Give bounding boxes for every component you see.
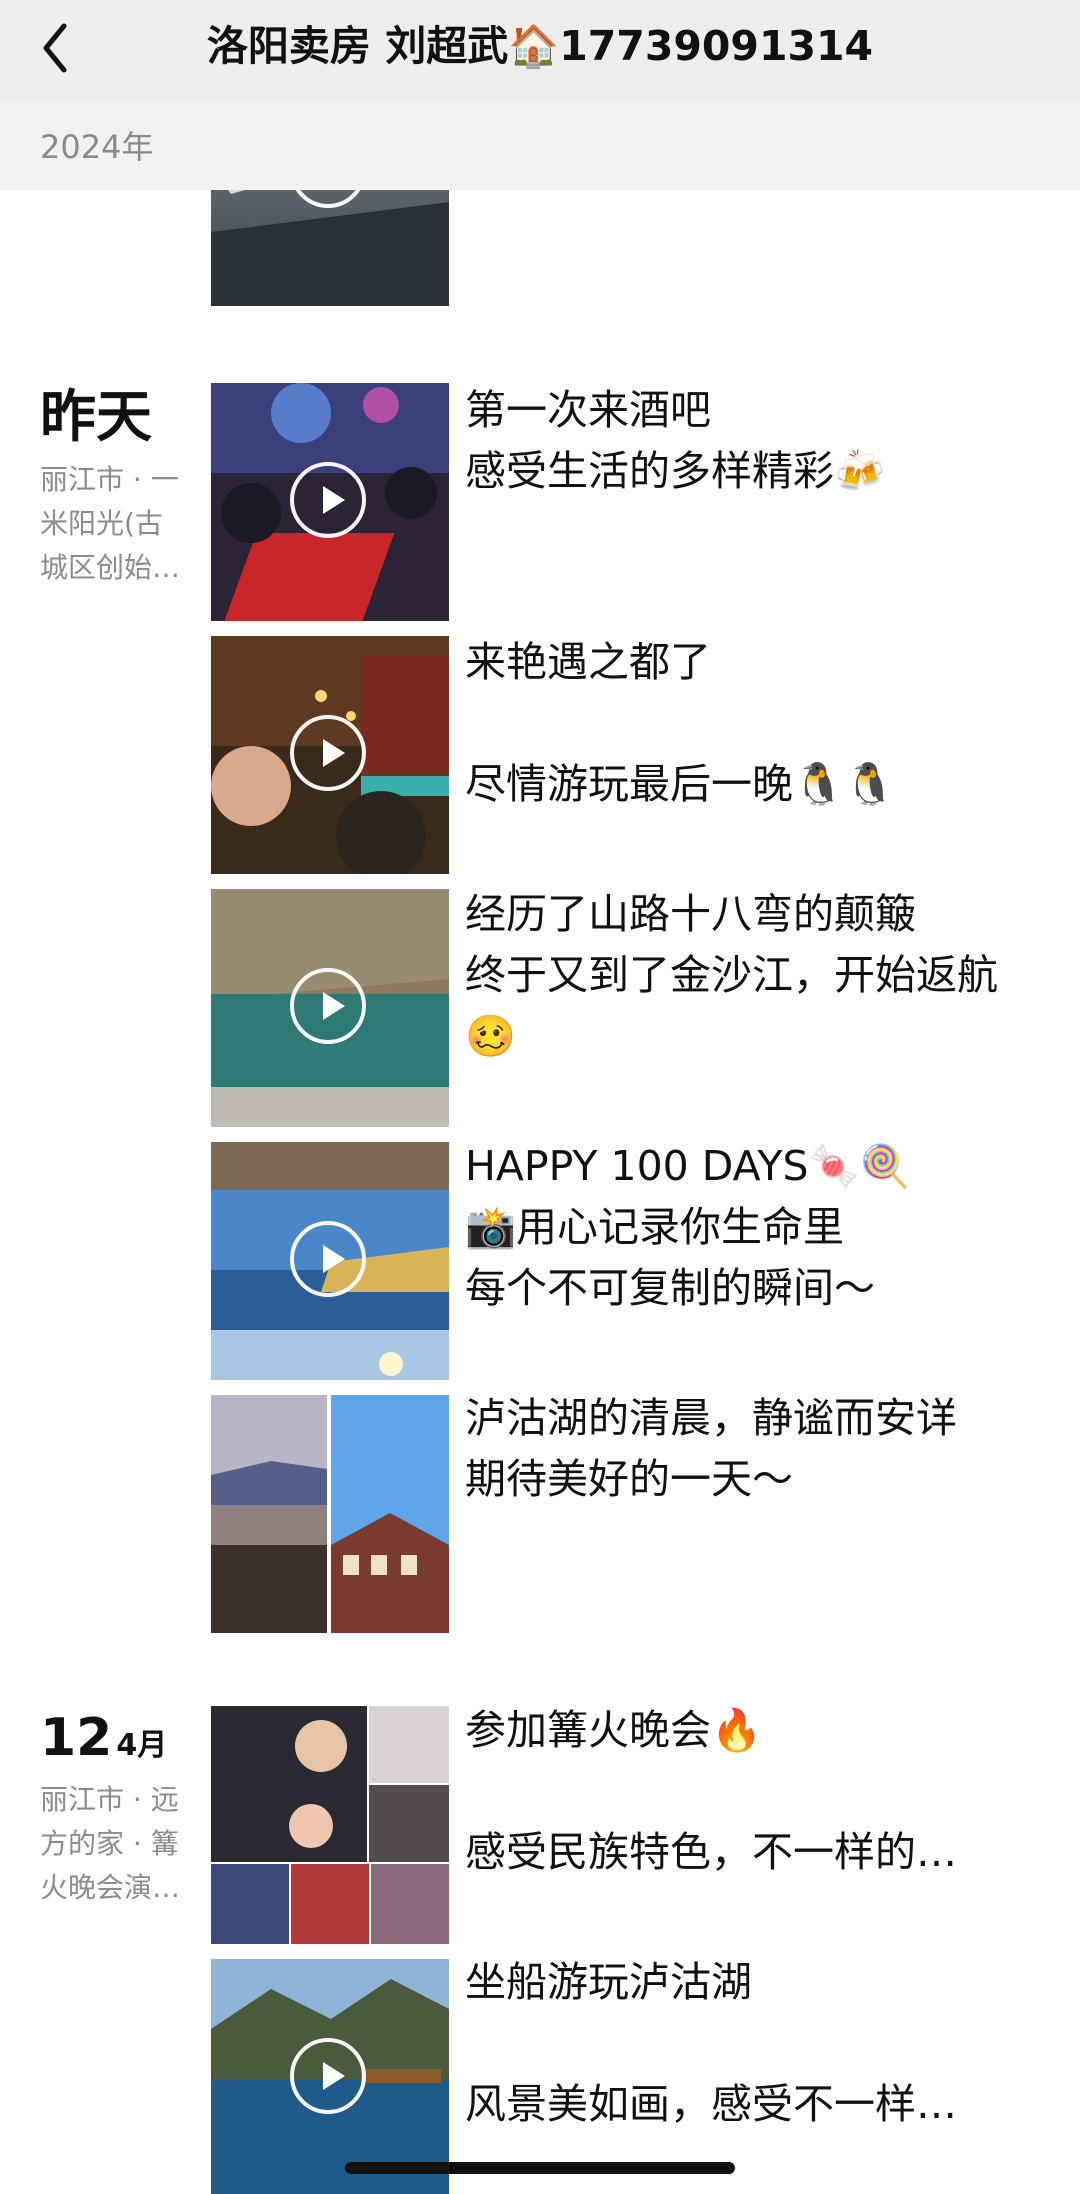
post-text[interactable]: 第一次来酒吧 感受生活的多样精彩🍻 xyxy=(465,380,1025,502)
play-icon xyxy=(290,1221,366,1297)
post-thumbnail-partial[interactable] xyxy=(211,190,449,306)
play-icon xyxy=(290,715,366,791)
location-text[interactable]: 丽江市 · 一米阳光(古城区创始… xyxy=(40,458,190,590)
post-thumbnail[interactable] xyxy=(211,383,449,621)
date-month: 4月 xyxy=(116,1728,168,1763)
day-label: 12 4月 xyxy=(40,1708,167,1776)
post-text[interactable]: 经历了山路十八弯的颠簸 终于又到了金沙江，开始返航🥴 xyxy=(465,884,1025,1067)
play-icon xyxy=(290,968,366,1044)
post-thumbnail[interactable] xyxy=(211,636,449,874)
nav-bar: 洛阳卖房 刘超武🏠17739091314 xyxy=(0,0,1080,98)
post-text[interactable]: 泸沽湖的清晨，静谧而安详 期待美好的一天～ xyxy=(465,1388,1025,1510)
year-section-header: 2024年 xyxy=(0,98,1080,190)
post-photo-pair[interactable] xyxy=(211,1395,449,1633)
post-text[interactable]: 参加篝火晚会🔥 感受民族特色，不一样的… xyxy=(465,1700,1025,1883)
post-thumbnail[interactable] xyxy=(211,1142,449,1380)
location-text[interactable]: 丽江市 · 远方的家 · 篝火晚会演… xyxy=(40,1778,190,1910)
post-photo-grid[interactable] xyxy=(211,1706,449,1944)
play-icon xyxy=(290,462,366,538)
date-day: 12 xyxy=(40,1708,113,1768)
post-text[interactable]: 坐船游玩泸沽湖 风景美如画，感受不一样… xyxy=(465,1952,1025,2135)
post-thumbnail[interactable] xyxy=(211,889,449,1127)
moments-timeline[interactable]: 昨天 丽江市 · 一米阳光(古城区创始… 第一次来酒吧 感受生活的多样精彩🍻 来… xyxy=(0,190,1080,2194)
post-text[interactable]: 来艳遇之都了 尽情游玩最后一晚🐧🐧 xyxy=(465,632,1025,815)
post-thumbnail[interactable] xyxy=(211,1959,449,2194)
day-label: 昨天 xyxy=(40,385,152,450)
year-label: 2024年 xyxy=(40,128,154,166)
play-icon xyxy=(290,2038,366,2114)
page-title: 洛阳卖房 刘超武🏠17739091314 xyxy=(206,22,874,70)
post-text[interactable]: HAPPY 100 DAYS🍬🍭 📸用心记录你生命里 每个不可复制的瞬间～ xyxy=(465,1136,1025,1319)
home-indicator[interactable] xyxy=(345,2162,735,2174)
